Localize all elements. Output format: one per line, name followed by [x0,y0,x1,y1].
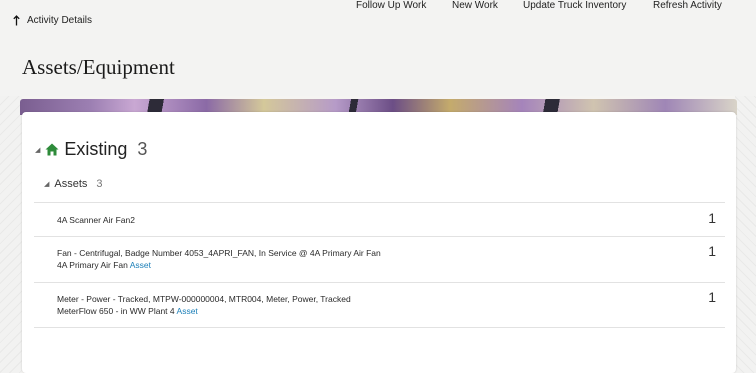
assets-count: 3 [96,178,103,190]
back-link[interactable]: Activity Details [13,15,92,26]
asset-line-2: MeterFlow 650 - in WW Plant 4 Asset [57,305,351,317]
asset-quantity: 1 [708,243,716,259]
refresh-activity-button[interactable]: Refresh Activity [653,0,722,11]
asset-description: Meter - Power - Tracked, MTPW-000000004,… [57,293,351,317]
asset-row[interactable]: Fan - Centrifugal, Badge Number 4053_4AP… [34,237,725,281]
divider [34,327,725,328]
new-work-button[interactable]: New Work [452,0,498,11]
asset-location: 4A Primary Air Fan [57,260,128,270]
asset-line-2: 4A Primary Air Fan Asset [57,259,381,271]
arrow-up-icon [13,15,20,26]
asset-row[interactable]: 4A Scanner Air Fan2 1 [34,203,725,236]
asset-description: Fan - Centrifugal, Badge Number 4053_4AP… [57,247,381,271]
asset-line-1: Meter - Power - Tracked, MTPW-000000004,… [57,294,351,304]
home-icon [45,143,59,156]
section-count: 3 [137,139,148,159]
assets-label: Assets [54,178,88,190]
asset-location: MeterFlow 650 - in WW Plant 4 [57,306,175,316]
asset-link[interactable]: Asset [177,306,198,316]
collapse-triangle-icon[interactable]: ◢ [35,146,40,154]
asset-line-1: Fan - Centrifugal, Badge Number 4053_4AP… [57,248,381,258]
asset-row[interactable]: Meter - Power - Tracked, MTPW-000000004,… [34,283,725,327]
asset-quantity: 1 [708,289,716,305]
asset-link[interactable]: Asset [130,260,151,270]
assets-subsection-header[interactable]: ◢ Assets 3 [44,178,103,190]
assets-card: ◢ Existing 3 ◢ Assets 3 4A Scanner Air F… [22,112,736,373]
asset-quantity: 1 [708,210,716,226]
background-pattern-right [735,96,756,373]
top-bar: Activity Details Assets/Equipment Follow… [0,0,756,96]
page-title: Assets/Equipment [22,55,175,79]
section-title: Existing [64,139,128,159]
back-link-label: Activity Details [27,15,93,26]
update-truck-inventory-button[interactable]: Update Truck Inventory [523,0,626,11]
asset-line-1: 4A Scanner Air Fan2 [57,215,135,225]
follow-up-work-button[interactable]: Follow Up Work [356,0,426,11]
background-pattern-left [0,96,22,373]
collapse-triangle-icon[interactable]: ◢ [44,180,49,188]
asset-description: 4A Scanner Air Fan2 [57,214,135,226]
existing-section-header[interactable]: ◢ Existing 3 [35,139,147,160]
